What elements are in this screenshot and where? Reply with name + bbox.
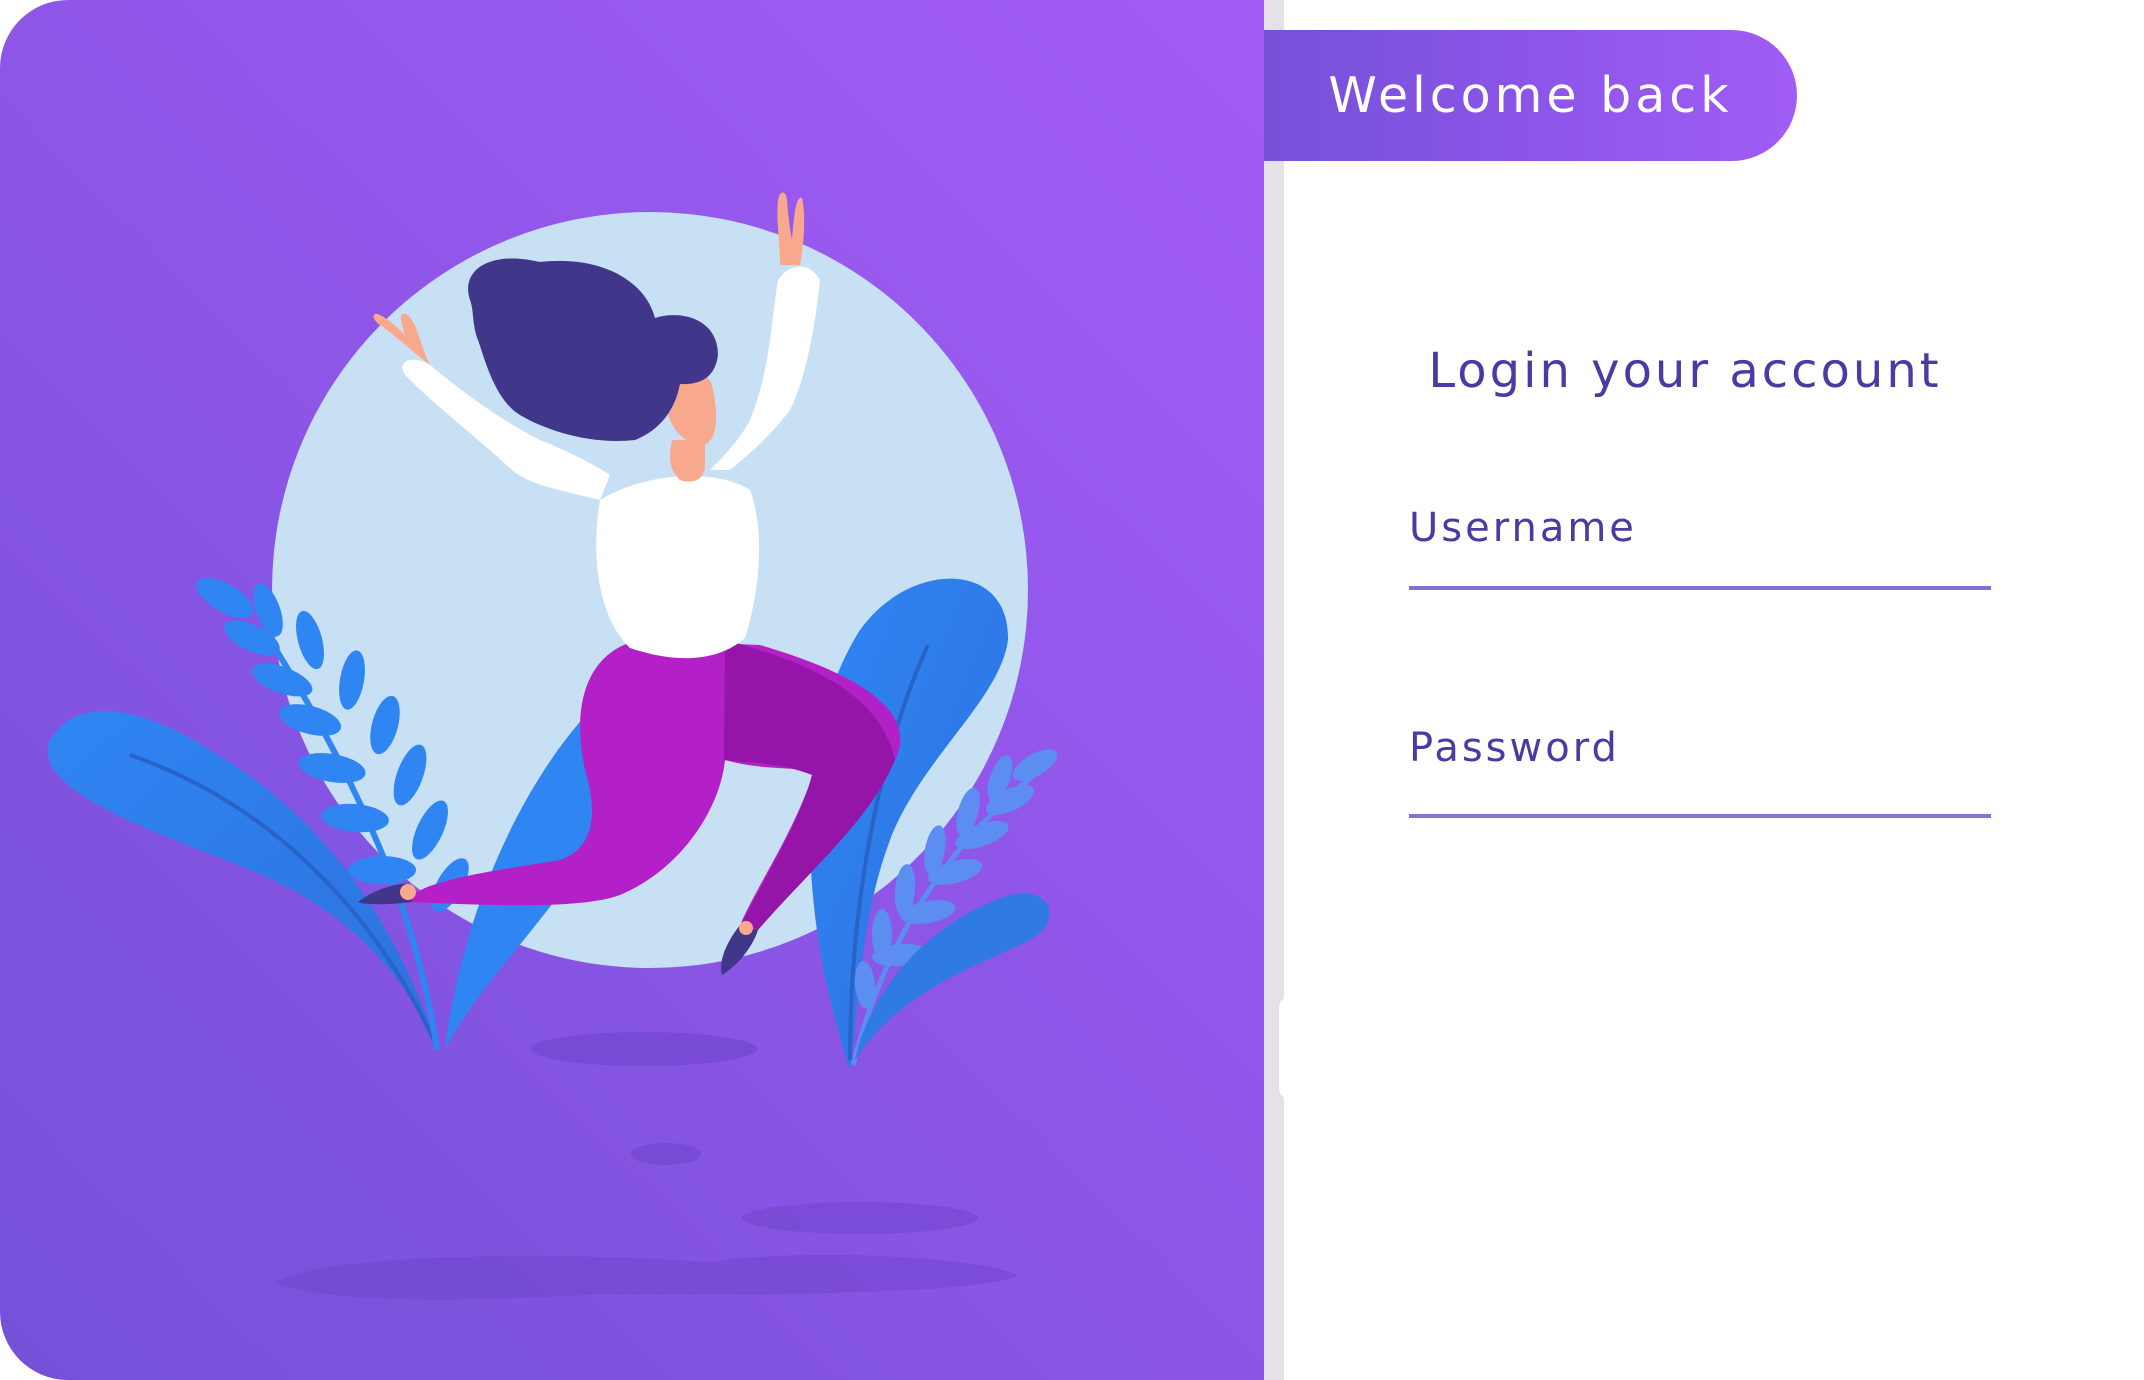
shirt	[596, 476, 760, 659]
panel-divider-notch	[1279, 996, 1297, 1100]
jumping-person-illustration	[47, 192, 1058, 1300]
hero-panel	[0, 0, 1264, 1380]
username-input[interactable]	[1409, 524, 1991, 590]
login-window: Welcome back Login your account Username…	[0, 0, 2144, 1380]
username-field: Username	[1409, 500, 1991, 590]
password-input[interactable]	[1409, 752, 1991, 818]
welcome-label: Welcome back	[1328, 67, 1733, 124]
password-field: Password	[1409, 720, 1991, 818]
welcome-banner: Welcome back	[1264, 30, 1797, 161]
login-title: Login your account	[1428, 343, 1942, 399]
panel-divider	[1264, 0, 1284, 1380]
